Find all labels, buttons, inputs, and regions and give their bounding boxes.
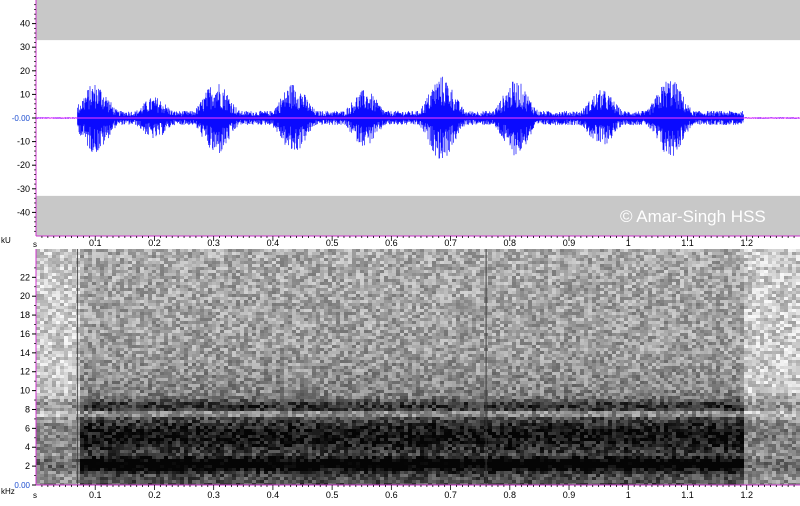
spectrogram-y-tick-label: 6 xyxy=(25,423,30,433)
waveform-unit-label: kU xyxy=(1,236,11,245)
clip-band-top xyxy=(36,0,800,40)
spectrogram-panel: 2220181614121086420.00 0.10.20.30.40.50.… xyxy=(1,249,800,500)
waveform-y-tick-label: 20 xyxy=(20,66,30,76)
waveform-y-axis: 40 30 20 10 -0.00 -10 -20 -30 -40 xyxy=(12,0,36,236)
spectrogram-x-axis: 0.1 0.2 0.3 0.4 0.5 0.6 0.7 0.8 0.9 1 1.1 1.2 xyxy=(36,485,800,500)
spectrogram-x-tick-label: 0.4 xyxy=(267,490,280,500)
waveform-y-tick-label: 10 xyxy=(20,89,30,99)
waveform-panel: © Amar-Singh HSS 40 30 20 10 -0.00 -10 -20 -30 -… xyxy=(1,0,800,249)
waveform-x-tick-label: 0.2 xyxy=(148,238,161,248)
spectrogram-y-tick-label: 18 xyxy=(20,310,30,320)
waveform-time-unit: s xyxy=(33,240,37,249)
spectrogram-image xyxy=(36,249,800,486)
waveform-x-tick-label: 0.5 xyxy=(326,238,339,248)
spectrogram-time-unit: s xyxy=(33,491,37,500)
spectrogram-x-tick-label: 0.8 xyxy=(504,490,517,500)
spectrogram-y-tick-label: 8 xyxy=(25,404,30,414)
spectrogram-y-tick-label: 2 xyxy=(25,461,30,471)
waveform-x-tick-label: 0.8 xyxy=(504,238,517,248)
spectrogram-x-tick-label: 1.1 xyxy=(681,490,694,500)
waveform-x-tick-label: 0.6 xyxy=(385,238,398,248)
spectrogram-y-tick-label: 22 xyxy=(20,272,30,282)
spectrogram-y-tick-label: 16 xyxy=(20,329,30,339)
spectrogram-x-tick-label: 1 xyxy=(626,490,631,500)
waveform-x-tick-label: 0.1 xyxy=(89,238,102,248)
spectrogram-x-tick-label: 0.1 xyxy=(89,490,102,500)
waveform-x-tick-label: 0.4 xyxy=(267,238,280,248)
spectrogram-y-tick-label: 14 xyxy=(20,348,30,358)
spectrogram-y-tick-label: 4 xyxy=(25,442,30,452)
waveform-x-tick-label: 0.9 xyxy=(563,238,576,248)
spectrogram-x-tick-label: 0.9 xyxy=(563,490,576,500)
waveform-x-tick-label: 1 xyxy=(626,238,631,248)
spectrogram-zero-label: 0.00 xyxy=(14,481,30,490)
waveform-spectrogram-chart: © Amar-Singh HSS 40 30 20 10 -0.00 -10 -20 -30 -… xyxy=(0,0,800,501)
spectrogram-x-tick-label: 0.6 xyxy=(385,490,398,500)
spectrogram-y-tick-label: 20 xyxy=(20,291,30,301)
waveform-x-axis: 0.1 0.2 0.3 0.4 0.5 0.6 0.7 0.8 0.9 1 1.1 1.2 xyxy=(36,236,800,248)
waveform-y-tick-label: -40 xyxy=(17,207,30,217)
waveform-y-tick-label: -20 xyxy=(17,160,30,170)
waveform-x-tick-label: 1.2 xyxy=(740,238,753,248)
spectrogram-x-tick-label: 0.7 xyxy=(444,490,457,500)
waveform-y-tick-label: -30 xyxy=(17,184,30,194)
spectrogram-y-tick-label: 12 xyxy=(20,367,30,377)
spectrogram-y-tick-label: 10 xyxy=(20,386,30,396)
waveform-zero-label: -0.00 xyxy=(12,114,31,123)
spectrogram-x-tick-label: 0.3 xyxy=(207,490,220,500)
watermark-text: © Amar-Singh HSS xyxy=(620,207,766,226)
waveform-y-tick-label: 30 xyxy=(20,42,30,52)
spectrogram-x-tick-label: 1.2 xyxy=(740,490,753,500)
waveform-y-tick-label: 40 xyxy=(20,19,30,29)
sound-analysis-view: © Amar-Singh HSS 40 30 20 10 -0.00 -10 -20 -30 -… xyxy=(0,0,800,501)
waveform-y-tick-label: -10 xyxy=(17,137,30,147)
spectrogram-x-tick-label: 0.2 xyxy=(148,490,161,500)
spectrogram-unit-label: kHz xyxy=(1,487,15,496)
spectrogram-x-tick-label: 0.5 xyxy=(326,490,339,500)
waveform-x-tick-label: 0.7 xyxy=(444,238,457,248)
spectrogram-y-axis: 22 20 18 16 14 12 10 8 6 4 2 0.00 xyxy=(14,249,36,490)
waveform-x-tick-label: 0.3 xyxy=(207,238,220,248)
waveform-x-tick-label: 1.1 xyxy=(681,238,694,248)
